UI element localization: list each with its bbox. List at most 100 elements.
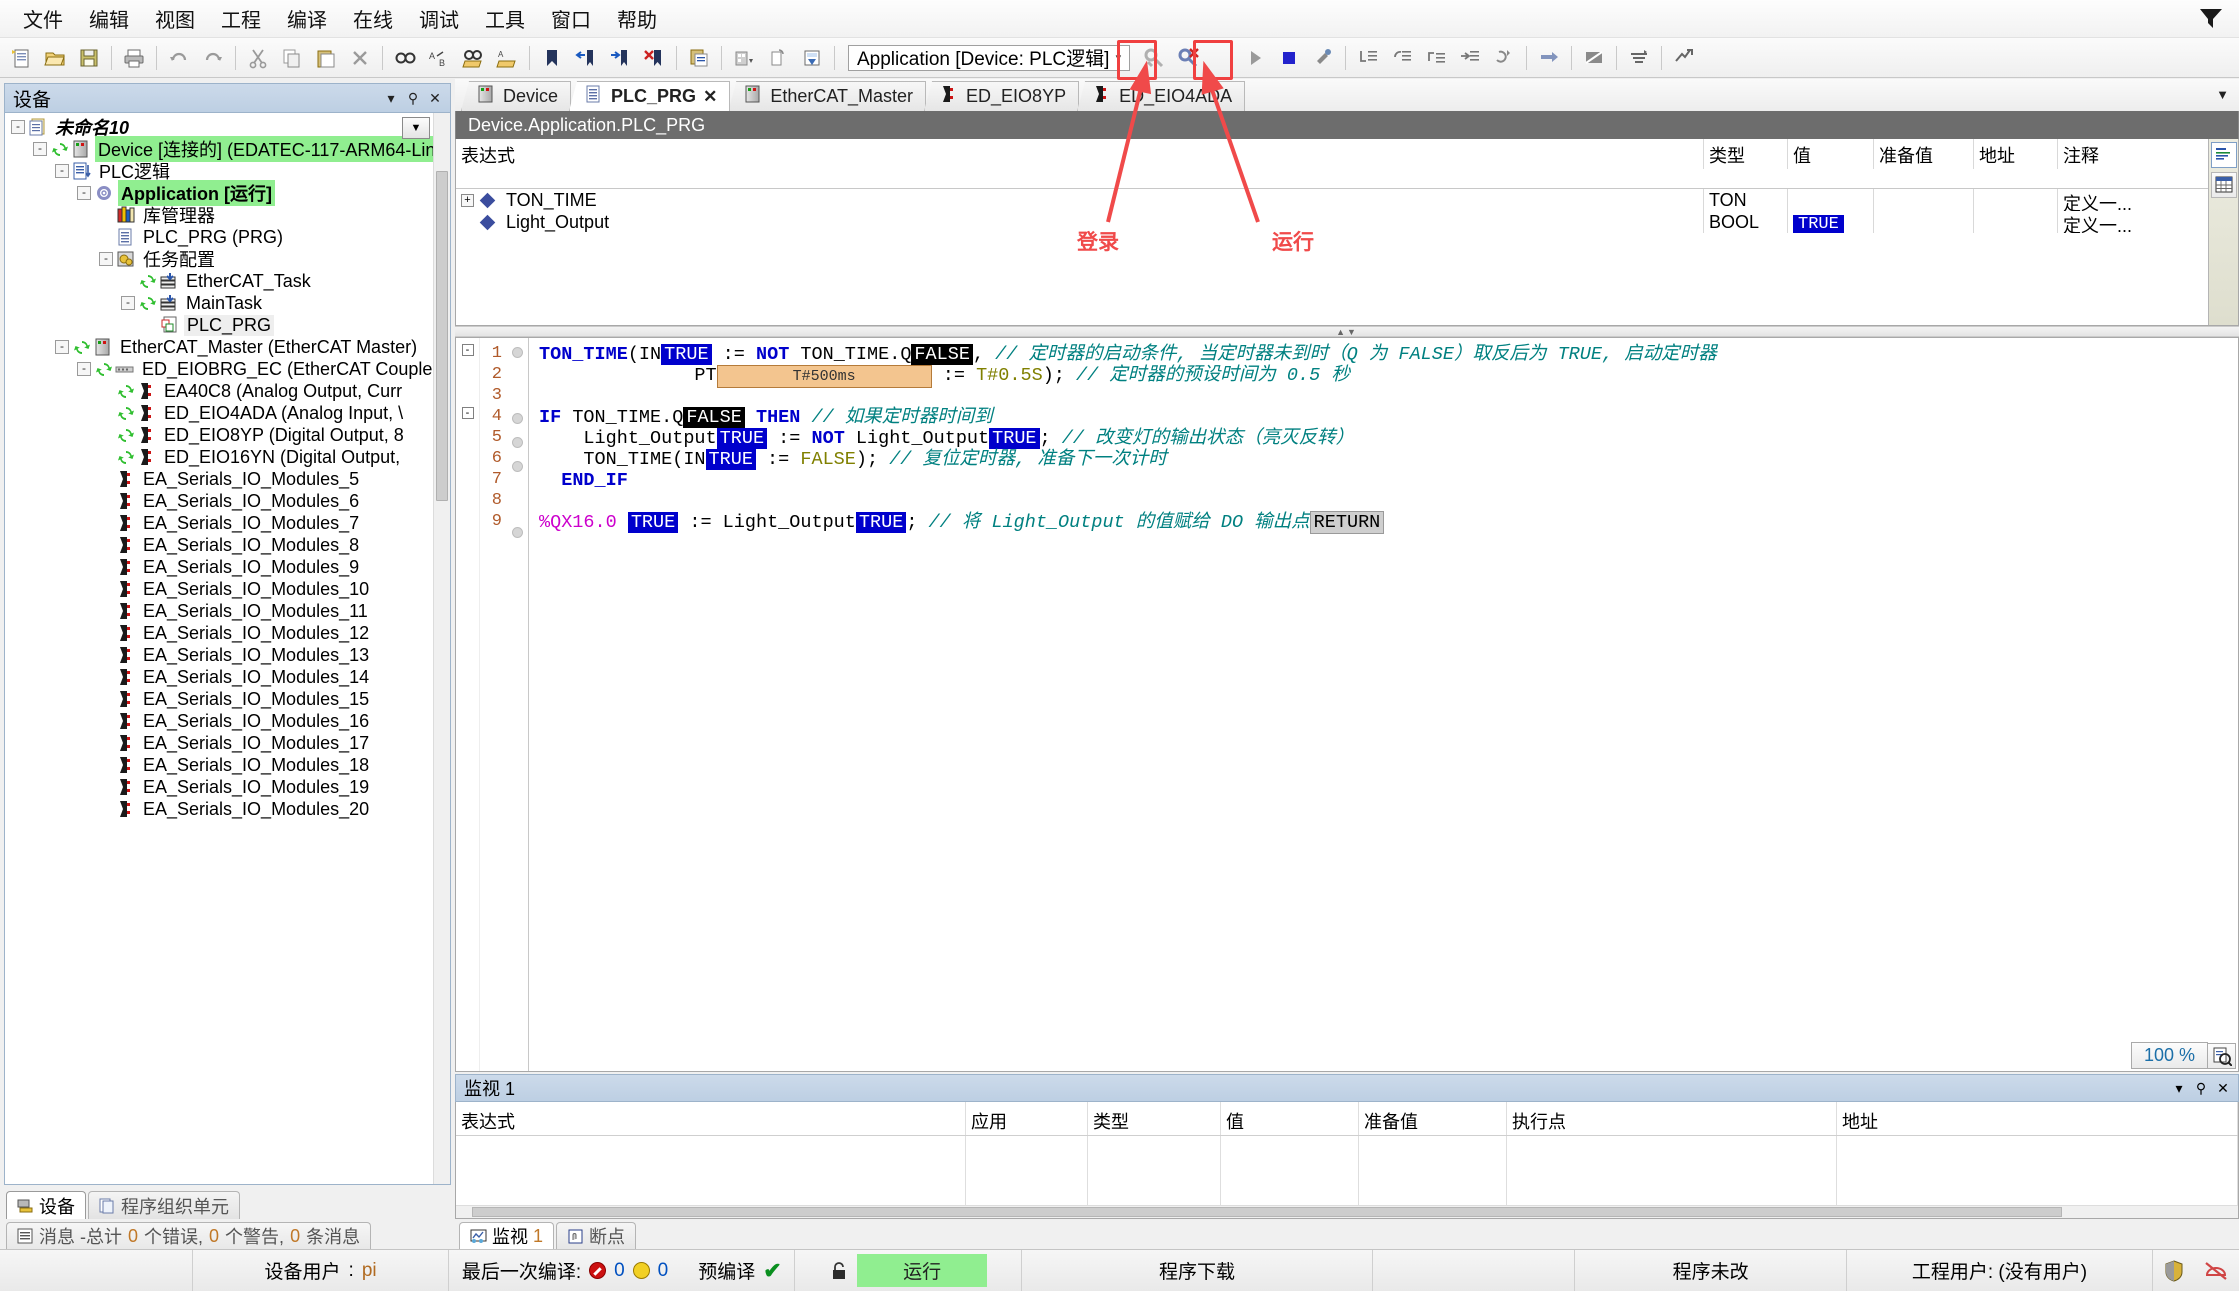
tree-expander[interactable]: - bbox=[77, 186, 91, 200]
start-icon[interactable] bbox=[1239, 42, 1271, 74]
tree-expander[interactable]: - bbox=[121, 296, 135, 310]
code-editor[interactable]: -- 123456789 TON_TIME(IN TRUE := NOT TON_… bbox=[455, 337, 2239, 1072]
tree-item[interactable]: EA_Serials_IO_Modules_11 bbox=[5, 600, 433, 622]
menu-item-view[interactable]: 视图 bbox=[142, 0, 208, 37]
clear-bookmarks-icon[interactable] bbox=[638, 42, 670, 74]
tree-item[interactable]: EA_Serials_IO_Modules_10 bbox=[5, 578, 433, 600]
build-icon[interactable] bbox=[728, 42, 760, 74]
tree-item[interactable]: EA_Serials_IO_Modules_17 bbox=[5, 732, 433, 754]
no-connection-icon[interactable] bbox=[2203, 1259, 2229, 1283]
tree-item[interactable]: EA_Serials_IO_Modules_5 bbox=[5, 468, 433, 490]
code-line[interactable]: END_IF bbox=[539, 470, 2238, 491]
table-view-icon[interactable] bbox=[2210, 172, 2237, 198]
code-line[interactable]: PT T#500ms := T#0.5S); // 定时器的预设时间为 0.5 秒 bbox=[539, 365, 2238, 388]
tab-ethercat-master[interactable]: EtherCAT_Master bbox=[728, 81, 927, 111]
undo-icon[interactable] bbox=[163, 42, 195, 74]
watch-table-rows[interactable] bbox=[456, 1136, 2238, 1205]
breakpoint-cell[interactable] bbox=[506, 347, 528, 368]
tree-expander[interactable]: - bbox=[33, 142, 47, 156]
login-icon[interactable] bbox=[1138, 42, 1170, 74]
find-in-project-icon[interactable] bbox=[457, 42, 489, 74]
menu-item-edit[interactable]: 编辑 bbox=[76, 0, 142, 37]
cut-icon[interactable] bbox=[242, 42, 274, 74]
tree-item[interactable]: EA_Serials_IO_Modules_20 bbox=[5, 798, 433, 820]
tree-item[interactable]: - MainTask bbox=[5, 292, 433, 314]
paste-icon[interactable] bbox=[310, 42, 342, 74]
variable-row[interactable]: + TON_TIME TON 定义一... bbox=[456, 189, 2208, 211]
menu-item-tools[interactable]: 工具 bbox=[472, 0, 538, 37]
zoom-level[interactable]: 100 % bbox=[2130, 1042, 2208, 1069]
clean-icon[interactable] bbox=[796, 42, 828, 74]
variable-row[interactable]: Light_Output BOOL TRUE 定义一... bbox=[456, 211, 2208, 233]
text-view-icon[interactable] bbox=[2210, 142, 2237, 168]
save-icon[interactable] bbox=[73, 42, 105, 74]
breakpoint-cell[interactable] bbox=[506, 389, 528, 410]
zoom-magnifier-icon[interactable] bbox=[2208, 1042, 2236, 1069]
tree-item[interactable]: - Device [连接的] (EDATEC-117-ARM64-Lin bbox=[5, 136, 433, 162]
generate-code-icon[interactable] bbox=[762, 42, 794, 74]
tree-item[interactable]: - PLC逻辑 bbox=[5, 160, 433, 182]
tree-item[interactable]: EA_Serials_IO_Modules_9 bbox=[5, 556, 433, 578]
breakpoint-cell[interactable] bbox=[506, 527, 528, 548]
tree-item[interactable]: PLC_PRG (PRG) bbox=[5, 226, 433, 248]
tree-item[interactable]: EA40C8 (Analog Output, Curr bbox=[5, 380, 433, 402]
tree-item[interactable]: EtherCAT_Task bbox=[5, 270, 433, 292]
tree-expander[interactable]: - bbox=[55, 164, 69, 178]
messages-tab[interactable]: 消息 -总计 0 个错误, 0 个警告, 0 条消息 bbox=[6, 1222, 372, 1249]
code-line[interactable]: IF TON_TIME.Q FALSE THEN // 如果定时器时间到 bbox=[539, 407, 2238, 428]
code-line[interactable] bbox=[539, 491, 2238, 512]
device-tree[interactable]: - 未命名10- Device [连接的] (EDATEC-117-ARM64-Li… bbox=[5, 113, 433, 1184]
tab-ed-eio4ada[interactable]: ED_EIO4ADA bbox=[1077, 81, 1246, 111]
watch-hscrollbar-thumb[interactable] bbox=[472, 1207, 2062, 1217]
expand-icon[interactable]: + bbox=[461, 193, 474, 207]
tree-item[interactable]: ED_EIO4ADA (Analog Input, \ bbox=[5, 402, 433, 424]
previous-bookmark-icon[interactable] bbox=[570, 42, 602, 74]
logout-icon[interactable] bbox=[1172, 42, 1204, 74]
tree-item[interactable]: EA_Serials_IO_Modules_12 bbox=[5, 622, 433, 644]
breakpoint-cell[interactable] bbox=[506, 461, 528, 482]
fold-toggle-icon[interactable]: - bbox=[461, 407, 474, 419]
step-out-icon[interactable] bbox=[1420, 42, 1452, 74]
print-icon[interactable] bbox=[118, 42, 150, 74]
tree-scrollbar-thumb[interactable] bbox=[436, 171, 448, 501]
tree-item[interactable]: 库管理器 bbox=[5, 204, 433, 226]
tree-item[interactable]: ED_EIO16YN (Digital Output, bbox=[5, 446, 433, 468]
code-line[interactable]: Light_Output TRUE := NOT Light_Output TRUE… bbox=[539, 428, 2238, 449]
tab-ed-eio8yp[interactable]: ED_EIO8YP bbox=[924, 81, 1080, 111]
breakpoint-cell[interactable] bbox=[506, 503, 528, 524]
breakpoint-column[interactable] bbox=[506, 338, 528, 1071]
breakpoint-dot-icon[interactable] bbox=[511, 347, 523, 358]
editor-splitter[interactable]: ▲▼ bbox=[455, 326, 2239, 337]
breakpoint-cell[interactable] bbox=[506, 368, 528, 389]
tab-breakpoints[interactable]: 断点 bbox=[556, 1222, 637, 1249]
breakpoint-cell[interactable] bbox=[506, 482, 528, 503]
tree-item[interactable]: - Application [运行] bbox=[5, 180, 433, 206]
next-bookmark-icon[interactable] bbox=[604, 42, 636, 74]
tree-expander[interactable]: - bbox=[11, 120, 25, 134]
tree-item[interactable]: EA_Serials_IO_Modules_19 bbox=[5, 776, 433, 798]
code-line[interactable]: %QX16.0 TRUE := Light_Output TRUE; // 将 L… bbox=[539, 511, 2238, 534]
tree-dropdown-icon[interactable]: ▼ bbox=[402, 117, 430, 139]
tab-devices[interactable]: 设备 bbox=[6, 1191, 86, 1219]
write-values-icon[interactable] bbox=[1623, 42, 1655, 74]
tree-item[interactable]: EA_Serials_IO_Modules_8 bbox=[5, 534, 433, 556]
copy-icon[interactable] bbox=[276, 42, 308, 74]
tree-item[interactable]: - 未命名10 bbox=[5, 116, 433, 138]
fold-cell[interactable]: - bbox=[456, 344, 479, 365]
fold-column[interactable]: -- bbox=[456, 338, 480, 1071]
code-lines[interactable]: TON_TIME(IN TRUE := NOT TON_TIME.Q FALSE, … bbox=[528, 338, 2238, 1071]
watch-hscrollbar[interactable] bbox=[456, 1205, 2238, 1218]
tree-expander[interactable]: - bbox=[77, 362, 91, 376]
menu-item-help[interactable]: 帮助 bbox=[604, 0, 670, 37]
watch-pin-icon[interactable]: ⚲ bbox=[2190, 1080, 2212, 1097]
tree-item[interactable]: - EtherCAT_Master (EtherCAT Master) bbox=[5, 336, 433, 358]
filter-icon[interactable] bbox=[2197, 6, 2225, 30]
tree-item[interactable]: ED_EIO8YP (Digital Output, 8 bbox=[5, 424, 433, 446]
tree-scrollbar[interactable] bbox=[433, 113, 450, 1184]
force-values-icon[interactable] bbox=[1668, 42, 1700, 74]
code-line[interactable]: TON_TIME(IN TRUE := NOT TON_TIME.Q FALSE, … bbox=[539, 344, 2238, 365]
tree-item[interactable]: EA_Serials_IO_Modules_14 bbox=[5, 666, 433, 688]
new-file-icon[interactable] bbox=[5, 42, 37, 74]
set-next-statement-icon[interactable] bbox=[1488, 42, 1520, 74]
step-over-icon[interactable] bbox=[1386, 42, 1418, 74]
